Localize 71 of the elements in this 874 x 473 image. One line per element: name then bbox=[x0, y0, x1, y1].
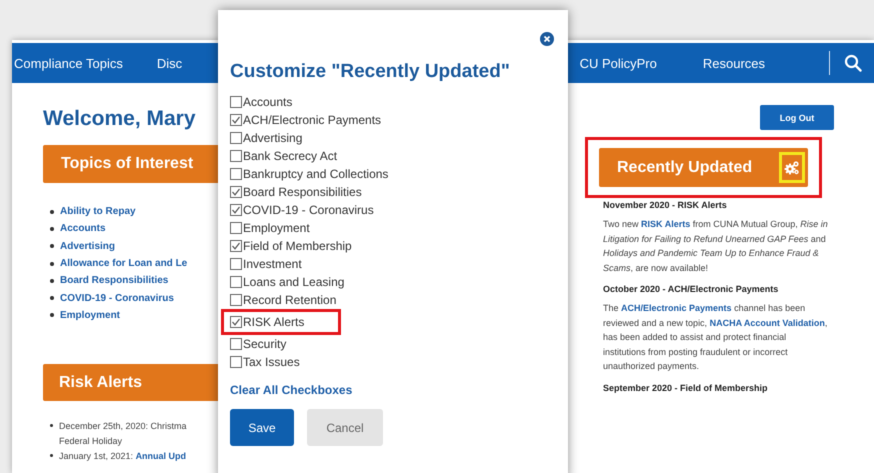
bullet-icon bbox=[50, 454, 53, 458]
checkbox-label[interactable]: Tax Issues bbox=[243, 355, 300, 369]
settings-button[interactable] bbox=[779, 152, 805, 183]
topic-link[interactable]: Ability to Repay bbox=[60, 206, 136, 218]
topic-link[interactable]: Employment bbox=[60, 310, 120, 321]
checkbox[interactable] bbox=[230, 338, 242, 350]
bullet-icon bbox=[50, 244, 54, 248]
paragraph: Two new RISK Alerts from CUNA Mutual Group, Rise in Litigation for Failing to Refund Unearned GAP Fees and Holidays and Pandemic Team Up to Enhance Fraud & Scams, are now available! bbox=[603, 218, 828, 274]
bullet-icon bbox=[50, 210, 54, 214]
checkbox[interactable] bbox=[230, 240, 242, 252]
topic-link[interactable]: Board Responsibilities bbox=[60, 275, 168, 286]
checkbox-label[interactable]: Accounts bbox=[243, 95, 292, 109]
bullet-icon bbox=[50, 262, 54, 266]
checkbox[interactable] bbox=[230, 258, 242, 270]
alert-text: December 25th, 2020: Christma Federal Holiday bbox=[59, 420, 187, 448]
dialog-title: Customize "Recently Updated" bbox=[230, 61, 511, 83]
link[interactable]: Annual Upd bbox=[136, 451, 186, 462]
gears-icon bbox=[784, 160, 800, 176]
bullet-icon bbox=[50, 296, 54, 300]
link[interactable]: RISK Alerts bbox=[641, 219, 690, 229]
checkbox-label[interactable]: Field of Membership bbox=[243, 239, 352, 253]
entry-heading: October 2020 - ACH/Electronic Payments bbox=[603, 284, 780, 294]
nav-link[interactable]: Resources bbox=[702, 56, 765, 70]
checkbox[interactable] bbox=[230, 316, 242, 328]
search-icon[interactable] bbox=[844, 54, 862, 72]
bullet-icon bbox=[50, 313, 54, 318]
checkbox[interactable] bbox=[230, 114, 242, 126]
entry-heading: September 2020 - Field of Membership bbox=[603, 382, 769, 392]
checkbox-label[interactable]: COVID-19 - Coronavirus bbox=[243, 203, 374, 217]
alert-text: January 1st, 2021: Annual Upd bbox=[59, 450, 186, 464]
bullet-icon bbox=[50, 424, 53, 428]
checkbox[interactable] bbox=[230, 276, 242, 288]
save-button[interactable]: Save bbox=[230, 409, 294, 446]
checkbox-label[interactable]: Board Responsibilities bbox=[243, 185, 362, 199]
checkbox[interactable] bbox=[230, 168, 242, 180]
checkbox[interactable] bbox=[230, 294, 242, 306]
checkbox-label[interactable]: Investment bbox=[243, 257, 302, 271]
checkbox-label[interactable]: Loans and Leasing bbox=[243, 275, 344, 289]
topic-link[interactable]: Allowance for Loan and Le bbox=[60, 258, 188, 270]
checkbox-label[interactable]: Record Retention bbox=[243, 293, 336, 307]
paragraph: The ACH/Electronic Payments channel has been reviewed and a new topic, NACHA Account Validation, has been added to assist and protect financial institutions from posting fraudulent or incorrect unauthorized payments. bbox=[603, 302, 828, 373]
nav-link[interactable]: Compliance Topics bbox=[14, 56, 123, 70]
checkbox[interactable] bbox=[230, 132, 242, 144]
checkbox-label[interactable]: RISK Alerts bbox=[243, 315, 304, 329]
bullet-icon bbox=[50, 226, 54, 231]
checkbox-label[interactable]: Employment bbox=[243, 221, 310, 235]
section-title: Recently Updated bbox=[617, 158, 752, 176]
checkbox[interactable] bbox=[230, 222, 242, 234]
checkbox[interactable] bbox=[230, 204, 242, 216]
nav-link[interactable]: CU PolicyPro bbox=[580, 56, 657, 70]
checkbox[interactable] bbox=[230, 150, 242, 162]
checkbox-label[interactable]: Advertising bbox=[243, 131, 302, 145]
link[interactable]: ACH/Electronic Payments bbox=[621, 303, 732, 313]
checkbox-label[interactable]: Security bbox=[243, 337, 286, 351]
nav-link[interactable]: Disc bbox=[156, 56, 182, 70]
close-icon[interactable] bbox=[540, 32, 554, 46]
logout-button[interactable]: Log Out bbox=[760, 105, 834, 130]
checkbox-label[interactable]: ACH/Electronic Payments bbox=[243, 113, 382, 127]
topic-link[interactable]: COVID-19 - Coronavirus bbox=[60, 292, 174, 304]
welcome-heading: Welcome, Mary bbox=[43, 107, 197, 131]
checkbox-label[interactable]: Bank Secrecy Act bbox=[243, 149, 338, 163]
topic-link[interactable]: Accounts bbox=[60, 223, 106, 234]
link[interactable]: NACHA Account Validation bbox=[710, 318, 825, 328]
entry-heading: November 2020 - RISK Alerts bbox=[603, 200, 728, 210]
cancel-button[interactable]: Cancel bbox=[307, 409, 383, 446]
topic-link[interactable]: Advertising bbox=[60, 240, 116, 252]
bullet-icon bbox=[50, 278, 54, 283]
checkbox[interactable] bbox=[230, 96, 242, 108]
checkbox[interactable] bbox=[230, 186, 242, 198]
checkbox-label[interactable]: Bankruptcy and Collections bbox=[243, 167, 388, 181]
checkbox[interactable] bbox=[230, 356, 242, 368]
